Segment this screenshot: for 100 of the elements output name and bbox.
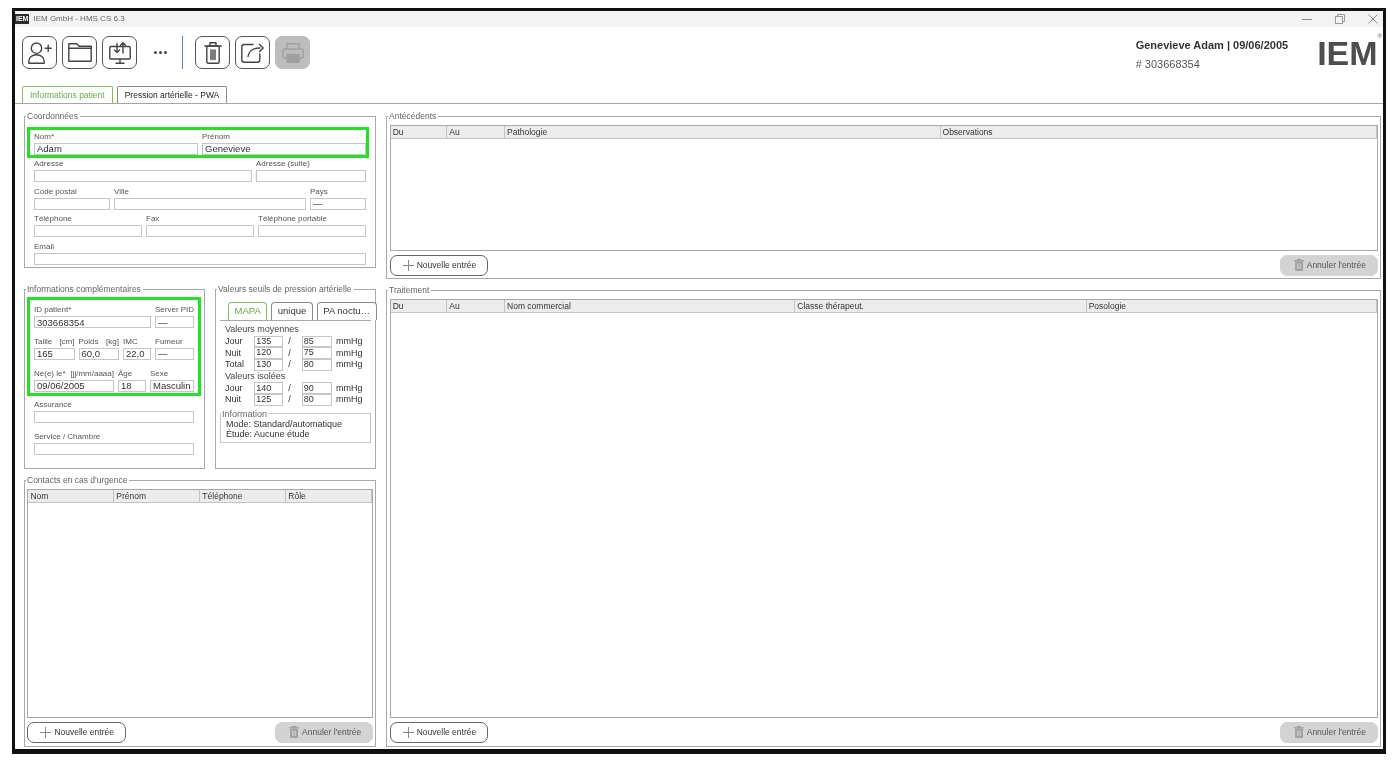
input-field[interactable]	[34, 252, 366, 265]
toolbar-button[interactable]	[102, 36, 137, 69]
input-field[interactable]: 80	[301, 394, 332, 406]
field-label: Prénom	[202, 131, 230, 141]
field-label: Service / Chambre	[34, 431, 101, 441]
minimize-icon[interactable]	[1302, 18, 1312, 20]
field-label: Fax	[146, 214, 160, 224]
input-field[interactable]	[114, 197, 306, 210]
field-label: Pays	[310, 186, 328, 196]
trash-icon	[1293, 259, 1304, 272]
input-field[interactable]	[256, 170, 366, 183]
toolbar-button[interactable]	[235, 36, 270, 69]
tab[interactable]: PA noctu…	[316, 301, 377, 320]
input-field[interactable]: 165	[34, 347, 75, 360]
column-header: Observations	[940, 125, 1377, 138]
field-label: IMC	[123, 336, 138, 346]
column-header: Au	[447, 125, 505, 138]
row-label: Total	[225, 359, 245, 371]
column-header: Prénom	[114, 489, 201, 502]
unit-label: mmHg	[335, 336, 364, 347]
separator-label: /	[287, 382, 292, 394]
input-field[interactable]: 130	[254, 359, 284, 371]
new-entry-button[interactable]: Nouvelle entrée	[27, 721, 126, 743]
column-header: Téléphone	[200, 489, 287, 502]
info-text: Étude: Aucune étude	[226, 429, 310, 440]
window-title: IEM GmbH - HMS CS 6.3	[33, 13, 125, 25]
new-entry-button[interactable]: Nouvelle entrée	[389, 721, 489, 743]
input-field[interactable]: Masculin	[150, 379, 194, 392]
input-field[interactable]: —	[155, 347, 194, 360]
input-field[interactable]: 18	[118, 379, 146, 392]
group-title: Antécédents	[388, 111, 438, 122]
monitor-arrows-icon	[108, 41, 131, 64]
info-text: Mode: Standard/automatique	[226, 419, 344, 430]
printer-icon	[281, 42, 304, 63]
column-header: Classe thérapeut.	[795, 299, 1087, 312]
group-title: Information	[221, 408, 269, 420]
field-label: Âge	[118, 368, 133, 378]
new-entry-button[interactable]: Nouvelle entrée	[389, 254, 489, 276]
input-field[interactable]	[34, 170, 252, 183]
input-field[interactable]: 140	[254, 382, 284, 395]
field-label: ID patient*	[34, 305, 72, 315]
unit-label: mmHg	[335, 359, 364, 371]
input-field[interactable]: —	[155, 316, 194, 329]
input-field[interactable]	[34, 225, 142, 238]
more-icon	[153, 51, 167, 54]
unit-label: mmHg	[335, 347, 364, 359]
input-field[interactable]: 125	[254, 394, 284, 406]
field-label: Adresse (suite)	[256, 159, 310, 169]
input-field[interactable]: —	[310, 197, 366, 210]
add-person-icon	[27, 41, 52, 64]
section-heading: Valeurs isolées	[224, 370, 287, 383]
toolbar-button[interactable]	[22, 36, 57, 69]
toolbar-button[interactable]	[195, 36, 230, 69]
input-field[interactable]: 60,0	[78, 347, 119, 360]
input-field[interactable]: 85	[301, 335, 332, 348]
patient-title: Genevieve Adam | 09/06/2005	[1135, 38, 1289, 52]
field-label: Adresse	[34, 159, 64, 169]
column-header: Posologie	[1086, 299, 1377, 312]
plus-icon	[40, 726, 52, 738]
toolbar-button[interactable]	[62, 36, 97, 69]
column-header: Du	[390, 125, 448, 138]
input-field[interactable]: 22,0	[123, 347, 151, 360]
trash-icon	[289, 726, 300, 739]
input-field[interactable]: 135	[254, 335, 284, 348]
input-field[interactable]: 90	[301, 382, 332, 395]
separator-label: /	[287, 359, 292, 371]
input-field[interactable]	[34, 411, 194, 424]
input-field[interactable]: Adam	[34, 142, 198, 155]
field-label: Poids	[78, 336, 99, 346]
input-field[interactable]: 120	[254, 347, 284, 360]
unit-label: [jj/mm/aaaa]	[70, 368, 114, 378]
share-icon	[241, 42, 264, 63]
tab[interactable]: unique	[271, 301, 313, 320]
field-label: Nom*	[34, 131, 54, 141]
input-field[interactable]: 303668354	[34, 316, 151, 329]
field-label: Sexe	[150, 368, 169, 378]
column-header: Rôle	[286, 489, 373, 502]
section-heading: Valeurs moyennes	[224, 324, 300, 336]
group-title: Traitement	[388, 285, 431, 296]
field-label: Fumeur	[155, 336, 183, 346]
field-label: Taille	[34, 336, 53, 346]
input-field[interactable]	[34, 442, 194, 455]
unit-label: mmHg	[335, 394, 364, 406]
close-icon[interactable]	[1368, 14, 1378, 24]
trash-icon	[1293, 726, 1304, 739]
column-header: Du	[390, 299, 448, 312]
tab[interactable]: Pression artérielle - PWA	[116, 86, 228, 103]
input-field[interactable]: 09/06/2005	[34, 379, 114, 392]
input-field[interactable]	[258, 225, 366, 238]
plus-icon	[402, 726, 414, 738]
folder-icon	[67, 43, 92, 62]
field-label: Téléphone portable	[258, 214, 327, 224]
restore-icon[interactable]	[1335, 14, 1345, 24]
row-label: Jour	[225, 382, 244, 394]
input-field[interactable]: 75	[301, 347, 332, 360]
input-field[interactable]: 80	[301, 359, 332, 371]
input-field[interactable]: Genevieve	[202, 142, 366, 155]
patient-id: # 303668354	[1135, 57, 1201, 71]
input-field[interactable]	[146, 225, 254, 238]
input-field[interactable]	[34, 197, 110, 210]
